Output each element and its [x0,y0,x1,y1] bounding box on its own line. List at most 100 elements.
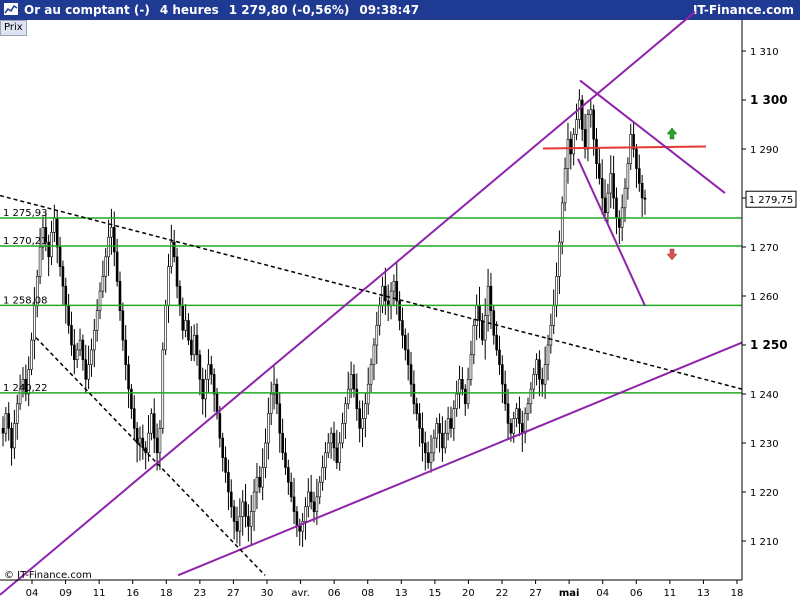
candle-body [503,383,507,405]
candle-body [78,339,82,351]
candle-body [247,516,250,527]
candle-body [158,427,162,454]
candle-body [267,413,270,444]
candle-body [84,359,88,380]
x-tick-label: 27 [227,588,240,599]
candle-body [215,393,219,414]
candle-body [635,148,638,169]
candle-body [295,511,299,527]
candle-body [141,437,145,449]
x-tick-label: 23 [193,588,206,599]
candle-body [326,442,330,454]
candle-body [449,418,453,429]
candle-body [623,187,627,209]
candle-body [75,349,79,360]
candle-body [586,114,590,150]
x-tick-label: 06 [328,588,341,599]
candle-body [506,403,510,424]
candle-body [73,344,76,360]
candlesticks [1,89,647,547]
x-tick-label: 22 [496,588,509,599]
candle-body [361,418,364,429]
candle-body [443,432,447,449]
candle-body [275,383,279,405]
x-tick-label: 20 [462,588,475,599]
candle-body [595,138,598,164]
y-tick-label: 1 260 [750,292,779,303]
candle-body [401,320,404,336]
candle-body [375,325,379,346]
candle-body [289,481,293,498]
candle-body [55,217,59,248]
x-tick-label: 08 [361,588,374,599]
x-tick-label: 13 [697,588,710,599]
candle-body [600,178,604,199]
x-axis: 04 09 11 16 18 23 27 30 avr. 06 08 13 15 20 22 27 mai 04 0… [0,579,744,599]
candle-body [515,408,518,419]
candle-body [244,501,247,517]
candle-body [535,359,538,375]
copyright: © IT-Finance.com [4,570,92,581]
candle-body [338,442,341,463]
candle-body [309,491,313,503]
candle-body [492,310,496,336]
candle-body [418,413,421,429]
candle-body [526,403,530,414]
candle-body [489,285,493,312]
candle-body [618,217,621,228]
x-tick-label: 04 [26,588,39,599]
candle-body [626,163,630,189]
x-tick-label: 18 [731,588,744,599]
candle-body [469,354,473,380]
arrow-down-icon [666,248,678,261]
candle-body [304,506,307,522]
candle-body [229,491,233,507]
candle-body [110,227,113,238]
candle-body [423,442,427,454]
candle-body [315,496,319,512]
candle-body [178,285,182,307]
candle-body [112,227,116,253]
candle-body [192,334,196,356]
candle-body [104,256,108,277]
candle-body [409,364,413,385]
dashed-trend-line [35,337,266,576]
candle-body [572,134,575,155]
candle-body [198,354,202,380]
x-tick-label: 30 [261,588,274,599]
candle-body [389,290,393,307]
candle-body [121,310,125,341]
candle-body [87,364,90,380]
level-label: 1 240,22 [3,383,48,394]
x-tick-label: 27 [529,588,542,599]
candle-body [258,476,262,488]
candle-body [101,276,105,292]
candle-body [204,378,207,400]
candle-body [284,452,287,468]
horizontal-levels: 1 275,93 1 270,21 1 258,08 1 240,22 [0,145,742,394]
candle-body [538,359,541,380]
candle-body [4,413,8,434]
candle-body [398,300,401,321]
candle-body [615,197,618,218]
candle-body [329,432,333,444]
candle-body [187,320,190,341]
candle-body [609,173,613,194]
candle-body [352,374,356,390]
candle-body [58,246,62,267]
candle-body [446,418,450,434]
candle-body [107,236,110,258]
candle-body [281,432,284,454]
candle-body [518,408,521,424]
candle-body [235,521,239,532]
candle-body [529,388,533,405]
candle-body [346,388,350,405]
candle-body [478,305,481,321]
candle-body [421,427,424,444]
candle-body [366,383,370,405]
candle-body [150,413,153,434]
candle-body [298,525,302,532]
candle-body [15,403,19,424]
y-tick-label: 1 210 [750,537,779,548]
candle-body [521,423,524,434]
